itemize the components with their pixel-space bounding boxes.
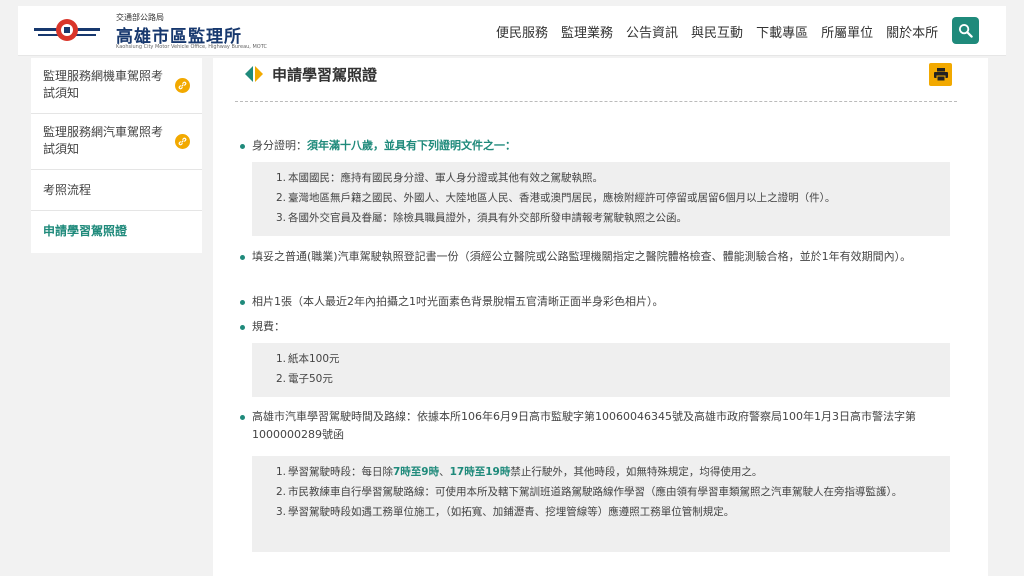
search-button[interactable] (952, 17, 979, 44)
nav-item-business[interactable]: 監理業務 (561, 22, 613, 41)
sidebar-item-label: 申請學習駕照證 (43, 224, 128, 238)
list-item-fee: 規費： (240, 318, 956, 336)
main-nav: 便民服務 監理業務 公告資訊 與民互動 下載專區 所屬單位 關於本所 (496, 6, 951, 56)
sidebar: 監理服務網機車駕照考試須知 監理服務網汽車駕照考試須知 考照流程 申請學習駕照證 (31, 58, 202, 253)
list-item: 3. 各國外交官員及眷屬：除檢具職員證外，須具有外交部所發申請報考駕駛執照之公函。 (276, 212, 687, 224)
list-item: 1. 紙本100元 (276, 353, 340, 365)
title-bar: 申請學習駕照證 (235, 58, 957, 102)
nav-item-services[interactable]: 便民服務 (496, 22, 548, 41)
list-item-route: 高雄市汽車學習駕駛時間及路線：依據本所106年6月9日高市監駛字第1006004… (240, 408, 956, 444)
logo-english-text: Kaohsiung City Motor Vehicle Office, Hig… (116, 44, 267, 50)
site-logo[interactable]: 交通部公路局 高雄市區監理所 Kaohsiung City Motor Vehi… (32, 11, 267, 51)
search-icon (958, 23, 973, 38)
id-proof-label: 身分證明： (252, 139, 307, 152)
site-header: 交通部公路局 高雄市區監理所 Kaohsiung City Motor Vehi… (18, 6, 1006, 56)
list-item: 1. 學習駕駛時段：每日除7時至9時、17時至19時禁止行駛外，其他時段，如無特殊… (276, 466, 763, 478)
list-item: 2. 電子50元 (276, 373, 333, 385)
route-box: 1. 學習駕駛時段：每日除7時至9時、17時至19時禁止行駛外，其他時段，如無特殊… (252, 456, 950, 552)
list-item: 1. 本國國民：應持有國民身分證、軍人身分證或其他有效之駕駛執照。 (276, 172, 603, 184)
nav-item-announcements[interactable]: 公告資訊 (626, 22, 678, 41)
sidebar-item-car-exam[interactable]: 監理服務網汽車駕照考試須知 (31, 114, 202, 170)
link-icon (175, 78, 190, 93)
id-proof-requirement: 須年滿十八歲，並具有下列證明文件之一： (307, 139, 516, 152)
sidebar-item-motorcycle-exam[interactable]: 監理服務網機車駕照考試須知 (31, 58, 202, 114)
id-proof-box: 1. 本國國民：應持有國民身分證、軍人身分證或其他有效之駕駛執照。 2. 臺灣地區無… (252, 162, 950, 236)
nav-item-interaction[interactable]: 與民互動 (691, 22, 743, 41)
nav-item-downloads[interactable]: 下載專區 (756, 22, 808, 41)
printer-icon (933, 68, 948, 81)
list-item: 2. 臺灣地區無戶籍之國民、外國人、大陸地區人民、香港或澳門居民，應檢附經許可停留… (276, 192, 836, 204)
list-item: 2. 市民教練車自行學習駕駛路線：可使用本所及轄下駕訓班道路駕駛路線作學習（應由領… (276, 486, 903, 498)
sidebar-item-label: 監理服務網汽車駕照考試須知 (43, 125, 164, 156)
link-icon (175, 134, 190, 149)
list-item-photo: 相片1張（本人最近2年內拍攝之1吋光面素色背景脫帽五官清晰正面半身彩色相片）。 (240, 293, 956, 311)
sidebar-item-learner-permit[interactable]: 申請學習駕照證 (31, 211, 202, 253)
diamond-icon (245, 66, 263, 82)
print-button[interactable] (929, 63, 952, 86)
sidebar-item-label: 監理服務網機車駕照考試須知 (43, 69, 164, 100)
nav-item-units[interactable]: 所屬單位 (821, 22, 873, 41)
nav-item-about[interactable]: 關於本所 (886, 22, 938, 41)
main-content: 申請學習駕照證 身分證明：須年滿十八歲，並具有下列證明文件之一： 1. 本國國民：… (213, 58, 988, 576)
fee-box: 1. 紙本100元 2. 電子50元 (252, 343, 950, 397)
list-item: 3. 學習駕駛時段如遇工務單位施工，（如拓寬、加鋪瀝青、挖埋管線等）應遵照工務單位… (276, 506, 735, 518)
sidebar-item-label: 考照流程 (43, 183, 92, 197)
list-item-registration-form: 填妥之普通(職業)汽車駕駛執照登記書一份（須經公立醫院或公路監理機關指定之醫院體… (240, 248, 956, 266)
sidebar-item-exam-process[interactable]: 考照流程 (31, 170, 202, 211)
page-title: 申請學習駕照證 (272, 66, 378, 84)
logo-emblem-icon (34, 19, 100, 41)
list-item-id-proof: 身分證明：須年滿十八歲，並具有下列證明文件之一： (240, 137, 956, 155)
